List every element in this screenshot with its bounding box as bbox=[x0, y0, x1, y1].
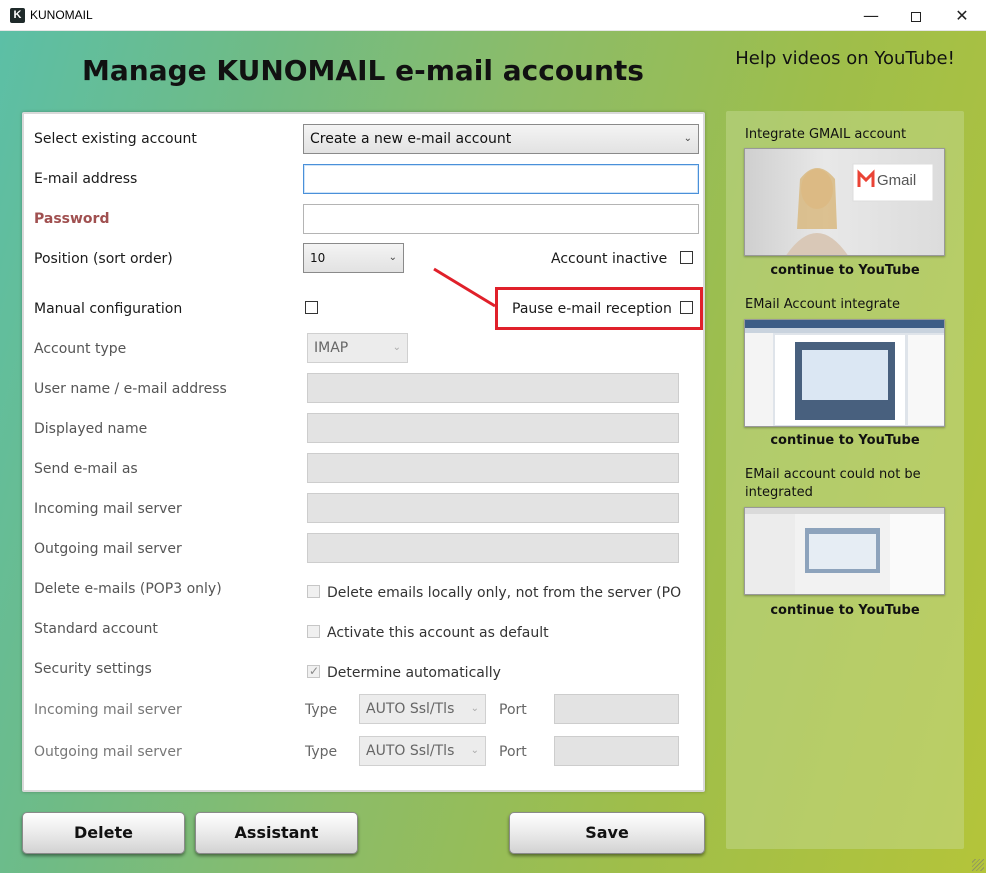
account-type-label: Account type bbox=[34, 341, 127, 357]
outgoing-server-field[interactable] bbox=[307, 533, 679, 563]
window-client-area: Manage KUNOMAIL e-mail accounts Select e… bbox=[0, 31, 986, 873]
presenter-hair bbox=[797, 168, 837, 229]
email-label: E-mail address bbox=[34, 171, 138, 187]
account-form-panel: Select existing account Create a new e-m… bbox=[22, 112, 705, 792]
assistant-button[interactable]: Assistant bbox=[195, 812, 358, 854]
screen-reading-pane bbox=[890, 514, 944, 594]
video-3-title: EMail account could not be integrated bbox=[745, 467, 921, 500]
video-1-thumbnail-image: Gmail bbox=[786, 163, 934, 255]
password-field[interactable] bbox=[303, 204, 699, 234]
red-arrow-annotation bbox=[433, 267, 496, 308]
incoming-type-dropdown[interactable]: AUTO Ssl/Tls ⌄ bbox=[359, 694, 486, 724]
incoming-type-value: AUTO Ssl/Tls bbox=[366, 701, 455, 717]
outgoing-server-label: Outgoing mail server bbox=[34, 541, 182, 557]
incoming-security-label: Incoming mail server bbox=[34, 702, 182, 718]
video-3-thumbnail[interactable] bbox=[744, 507, 945, 595]
video-1-title: Integrate GMAIL account bbox=[745, 127, 907, 142]
delete-emails-option: Delete emails locally only, not from the… bbox=[327, 585, 682, 601]
pause-reception-checkbox[interactable] bbox=[680, 301, 693, 314]
standard-account-option: Activate this account as default bbox=[327, 625, 549, 641]
incoming-server-label: Incoming mail server bbox=[34, 501, 182, 517]
manual-config-label: Manual configuration bbox=[34, 301, 183, 317]
account-inactive-checkbox[interactable] bbox=[680, 251, 693, 264]
screen-toolbar bbox=[745, 320, 944, 328]
maximize-icon bbox=[911, 11, 921, 22]
resize-grip-icon[interactable] bbox=[972, 859, 984, 871]
select-account-dropdown[interactable]: Create a new e-mail account ⌄ bbox=[303, 124, 699, 154]
delete-button[interactable]: Delete bbox=[22, 812, 185, 854]
delete-emails-option-clip: Delete emails locally only, not from the… bbox=[307, 584, 682, 604]
window-title: KUNOMAIL bbox=[30, 8, 93, 22]
account-inactive-label: Account inactive bbox=[551, 251, 668, 267]
pause-reception-label: Pause e-mail reception bbox=[512, 301, 672, 317]
chevron-down-icon: ⌄ bbox=[392, 342, 401, 353]
username-field[interactable] bbox=[307, 373, 679, 403]
chevron-down-icon: ⌄ bbox=[683, 133, 692, 144]
screen-reading-pane bbox=[908, 335, 944, 425]
screen-sidebar bbox=[745, 514, 795, 594]
save-button[interactable]: Save bbox=[509, 812, 705, 854]
password-label: Password bbox=[34, 211, 110, 227]
page-title: Manage KUNOMAIL e-mail accounts bbox=[82, 54, 644, 87]
outgoing-type-label: Type bbox=[305, 744, 338, 760]
video-1-youtube-link[interactable]: continue to YouTube bbox=[726, 262, 964, 280]
security-auto-checkbox[interactable]: ✓ bbox=[307, 664, 320, 678]
displayed-name-field[interactable] bbox=[307, 413, 679, 443]
kunomail-logo-icon: K bbox=[10, 8, 25, 23]
help-videos-panel: Integrate GMAIL account Gmail continue t… bbox=[726, 111, 964, 849]
email-field[interactable] bbox=[303, 164, 699, 194]
position-label: Position (sort order) bbox=[34, 251, 173, 267]
video-2-thumbnail[interactable] bbox=[744, 319, 945, 427]
delete-emails-label: Delete e-mails (POP3 only) bbox=[34, 581, 222, 597]
incoming-server-field[interactable] bbox=[307, 493, 679, 523]
standard-account-label: Standard account bbox=[34, 621, 158, 637]
manual-config-checkbox[interactable] bbox=[305, 301, 318, 314]
screen-dialog-body bbox=[802, 350, 888, 400]
help-videos-title: Help videos on YouTube! bbox=[735, 48, 955, 69]
close-button[interactable]: ✕ bbox=[939, 0, 985, 31]
checkmark-icon: ✓ bbox=[309, 664, 320, 678]
username-label: User name / e-mail address bbox=[34, 381, 227, 397]
account-type-dropdown[interactable]: IMAP ⌄ bbox=[307, 333, 408, 363]
position-value: 10 bbox=[310, 251, 326, 265]
video-2-thumbnail-image bbox=[745, 320, 944, 426]
video-3-thumbnail-image bbox=[745, 508, 944, 594]
presenter-body bbox=[786, 233, 848, 255]
account-type-value: IMAP bbox=[314, 340, 349, 356]
send-as-label: Send e-mail as bbox=[34, 461, 138, 477]
incoming-port-label: Port bbox=[499, 702, 527, 718]
security-auto-option: Determine automatically bbox=[327, 665, 501, 681]
outgoing-type-dropdown[interactable]: AUTO Ssl/Tls ⌄ bbox=[359, 736, 486, 766]
outgoing-port-field[interactable] bbox=[554, 736, 679, 766]
displayed-name-label: Displayed name bbox=[34, 421, 148, 437]
standard-account-checkbox[interactable] bbox=[307, 625, 320, 638]
position-dropdown[interactable]: 10 ⌄ bbox=[303, 243, 404, 273]
incoming-port-field[interactable] bbox=[554, 694, 679, 724]
red-arrow-line bbox=[433, 267, 496, 308]
video-3-youtube-link[interactable]: continue to YouTube bbox=[726, 602, 964, 620]
screen-dialog-body bbox=[809, 534, 876, 569]
video-2-title: EMail Account integrate bbox=[745, 297, 900, 312]
screen-sidebar bbox=[745, 333, 773, 426]
screen-ribbon bbox=[745, 328, 944, 333]
outgoing-security-label: Outgoing mail server bbox=[34, 744, 182, 760]
chevron-down-icon: ⌄ bbox=[388, 252, 397, 263]
select-account-value: Create a new e-mail account bbox=[310, 131, 512, 147]
chevron-down-icon: ⌄ bbox=[470, 703, 479, 714]
security-label: Security settings bbox=[34, 661, 152, 677]
window-titlebar: K KUNOMAIL — ✕ bbox=[0, 0, 986, 31]
select-account-label: Select existing account bbox=[34, 131, 197, 147]
incoming-type-label: Type bbox=[305, 702, 338, 718]
send-as-field[interactable] bbox=[307, 453, 679, 483]
chevron-down-icon: ⌄ bbox=[470, 745, 479, 756]
video-1-thumbnail[interactable]: Gmail bbox=[744, 148, 945, 256]
minimize-button[interactable]: — bbox=[848, 0, 894, 31]
outgoing-port-label: Port bbox=[499, 744, 527, 760]
maximize-button[interactable] bbox=[893, 0, 939, 31]
screen-toolbar bbox=[745, 508, 944, 514]
gmail-badge-text: Gmail bbox=[877, 172, 916, 189]
outgoing-type-value: AUTO Ssl/Tls bbox=[366, 743, 455, 759]
video-2-youtube-link[interactable]: continue to YouTube bbox=[726, 432, 964, 450]
